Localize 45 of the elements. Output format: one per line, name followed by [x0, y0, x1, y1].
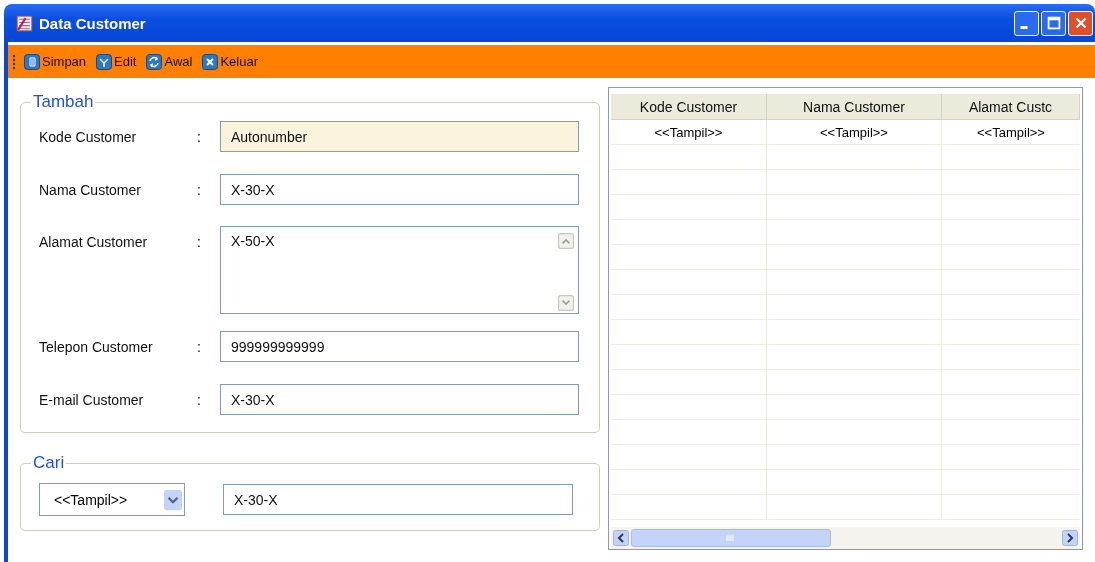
search-field[interactable]: X-30-X	[223, 484, 573, 515]
field-label: Kode Customer	[39, 128, 138, 145]
colon: :	[197, 391, 202, 408]
input-field[interactable]: X-30-X	[220, 174, 579, 205]
field-label: E-mail Customer	[39, 391, 145, 408]
column-header[interactable]: Alamat Custc	[942, 94, 1080, 119]
scroll-thumb[interactable]	[631, 529, 831, 547]
field-label: Telepon Customer	[39, 338, 154, 355]
horizontal-scrollbar[interactable]	[611, 527, 1080, 549]
scroll-right-icon[interactable]	[1062, 529, 1078, 547]
refresh-icon	[146, 53, 163, 70]
input-field[interactable]: X-30-X	[220, 384, 579, 415]
group-title: Tambah	[32, 92, 95, 112]
group-title: Cari	[32, 453, 66, 473]
field-label: Nama Customer	[39, 181, 142, 198]
form-icon	[16, 14, 33, 32]
colon: :	[197, 181, 202, 198]
input-field[interactable]: 999999999999	[220, 331, 579, 362]
table-cell: <<Tampil>>	[611, 120, 767, 144]
scroll-left-icon[interactable]	[613, 529, 629, 547]
address-field[interactable]: X-50-X	[220, 226, 579, 314]
filter-dropdown[interactable]: <<Tampil>>	[39, 483, 185, 516]
grip-icon	[726, 534, 736, 542]
field-label: Alamat Customer	[39, 234, 149, 250]
minimize-icon	[1019, 25, 1028, 29]
edit-button[interactable]: Edit	[94, 53, 139, 70]
table-cell: <<Tampil>>	[767, 120, 942, 144]
save-button[interactable]: Simpan	[22, 53, 89, 70]
window-title: Data Customer	[39, 14, 146, 32]
column-header[interactable]: Kode Customer	[611, 94, 767, 119]
close-icon	[202, 53, 219, 70]
column-header[interactable]: Nama Customer	[767, 94, 942, 119]
colon: :	[197, 234, 202, 250]
exit-button[interactable]: Keluar	[200, 53, 260, 70]
document-icon	[24, 53, 40, 70]
table-cell-text: <<Tampil>>	[976, 123, 1046, 142]
readonly-field[interactable]: Autonumber	[220, 121, 579, 152]
colon: :	[197, 338, 202, 355]
reset-button[interactable]: Awal	[144, 53, 195, 70]
edit-icon	[96, 53, 113, 70]
close-button[interactable]	[1068, 10, 1093, 36]
maximize-button[interactable]	[1041, 10, 1066, 36]
colon: :	[197, 128, 202, 145]
grip-icon	[12, 52, 16, 71]
minimize-button[interactable]	[1014, 10, 1039, 36]
